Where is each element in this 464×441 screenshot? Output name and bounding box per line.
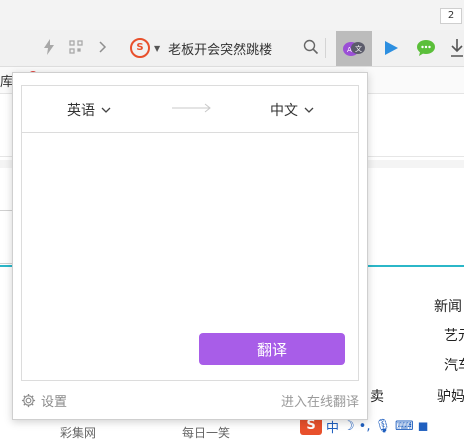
- page-text-fragment: 卖: [370, 389, 384, 405]
- page-link-bottom-left[interactable]: 彩集网: [60, 424, 96, 441]
- translate-button[interactable]: 翻译: [199, 333, 345, 365]
- skin-icon[interactable]: ◼: [418, 419, 429, 434]
- page-link-news[interactable]: 新闻: [434, 296, 462, 316]
- page-link-bottom-mid[interactable]: 每日一笑: [182, 424, 230, 441]
- gear-icon: [21, 393, 36, 408]
- download-icon[interactable]: [450, 38, 464, 62]
- target-language-select[interactable]: 中文: [270, 100, 314, 120]
- translator-box: 英语 中文 翻译: [21, 85, 359, 381]
- language-bar: 英语 中文: [22, 86, 358, 133]
- lightning-icon[interactable]: [40, 38, 58, 56]
- page-link-lvmama[interactable]: 驴妈: [437, 386, 464, 406]
- page-link-auto[interactable]: 汽车: [444, 355, 464, 375]
- chevron-right-icon[interactable]: [94, 38, 112, 56]
- svg-text:文: 文: [355, 44, 362, 53]
- tab-strip: 2: [0, 0, 464, 30]
- news-headline[interactable]: 老板开会突然跳楼: [168, 39, 272, 58]
- translator-popup: 英语 中文 翻译 设置 进入在线翻译: [12, 72, 368, 420]
- svg-text:A: A: [347, 46, 352, 54]
- settings-label: 设置: [41, 395, 68, 410]
- translator-footer: 设置 进入在线翻译: [13, 381, 367, 419]
- settings-link[interactable]: 设置: [21, 391, 67, 410]
- moon-icon[interactable]: ☽: [343, 419, 355, 434]
- tab-count-badge[interactable]: 2: [440, 8, 462, 24]
- translate-icon: A 文: [343, 41, 365, 56]
- translate-toolbar-button[interactable]: A 文: [336, 31, 372, 66]
- play-icon[interactable]: [382, 39, 400, 61]
- chevron-down-icon: [101, 107, 111, 113]
- page-link-art[interactable]: 艺元: [444, 325, 464, 345]
- arrow-right-icon: [172, 103, 211, 113]
- punctuation-icon[interactable]: •,: [359, 419, 371, 434]
- source-language-select[interactable]: 英语: [67, 100, 111, 120]
- online-translate-link[interactable]: 进入在线翻译: [281, 391, 359, 410]
- sogou-news-icon: S: [130, 38, 150, 58]
- qr-code-icon[interactable]: [67, 38, 85, 56]
- news-ticker[interactable]: S ▼ 老板开会突然跳楼: [130, 38, 272, 58]
- target-language-label: 中文: [270, 103, 298, 119]
- keyboard-icon[interactable]: ⌨: [395, 419, 414, 434]
- caret-down-icon[interactable]: ▼: [154, 44, 160, 53]
- toolbar-divider: [325, 38, 326, 58]
- source-language-label: 英语: [67, 103, 95, 119]
- source-text-input[interactable]: [22, 133, 358, 323]
- chevron-down-icon: [304, 107, 314, 113]
- microphone-icon[interactable]: 🎙: [374, 419, 391, 434]
- search-icon[interactable]: [303, 39, 319, 55]
- chat-icon[interactable]: [416, 39, 436, 61]
